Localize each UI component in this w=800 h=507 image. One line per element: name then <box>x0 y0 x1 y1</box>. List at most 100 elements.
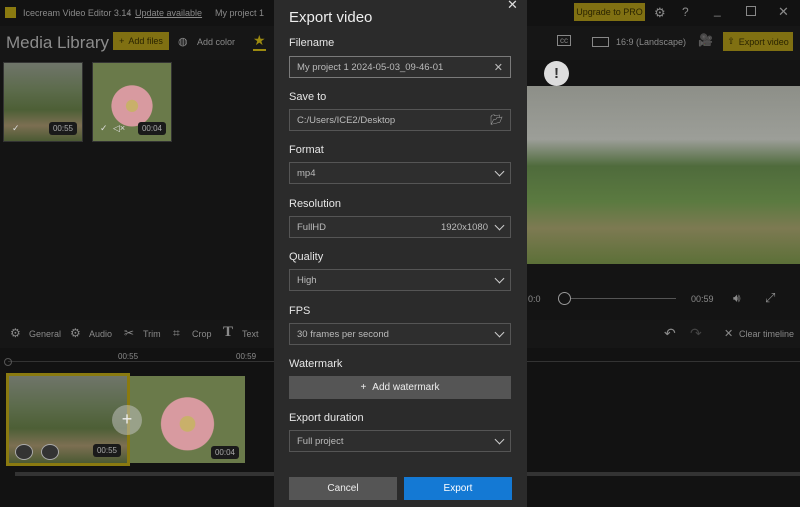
filename-input[interactable]: My project 1 2024-05-03_09-46-01 ✕ <box>289 56 511 78</box>
total-time: 00:59 <box>691 294 714 304</box>
trim-tab[interactable]: Trim <box>143 329 161 339</box>
update-link[interactable]: Update available <box>135 8 202 18</box>
audio-gear-icon: ⚙ <box>70 326 81 340</box>
text-tab[interactable]: Text <box>242 329 259 339</box>
seek-handle[interactable] <box>558 292 571 305</box>
aspect-ratio-select[interactable]: 16:9 (Landscape) <box>616 37 686 47</box>
filename-label: Filename <box>289 37 335 49</box>
media-item[interactable]: ✓ ◁× 00:04 <box>92 62 172 142</box>
camera-icon[interactable]: 🎥 <box>698 33 713 47</box>
general-gear-icon: ⚙ <box>10 326 21 340</box>
fps-select[interactable]: 30 frames per second <box>289 323 511 345</box>
aspect-ratio-icon <box>592 37 609 47</box>
palette-icon: ◍ <box>178 36 188 48</box>
mute-icon: ◁× <box>113 123 126 133</box>
minimize-icon[interactable]: _ <box>714 3 721 17</box>
fullscreen-icon[interactable]: ⤢ <box>765 290 775 306</box>
saveto-input[interactable]: C:/Users/ICE2/Desktop 📂︎ <box>289 109 511 131</box>
duration-badge: 00:04 <box>137 122 166 135</box>
media-item[interactable]: ✓ 00:55 <box>3 62 83 142</box>
close-icon[interactable]: ✕ <box>778 4 789 20</box>
subtitles-cc-icon[interactable]: cc <box>557 35 571 46</box>
app-logo-icon <box>5 7 16 18</box>
quality-label: Quality <box>289 251 324 263</box>
export-button[interactable]: Export <box>404 477 512 500</box>
general-tab[interactable]: General <box>29 329 61 339</box>
add-files-label: Add files <box>128 36 163 46</box>
cancel-button[interactable]: Cancel <box>289 477 397 500</box>
project-name: My project 1 <box>215 8 265 18</box>
quality-value: High <box>297 274 317 286</box>
text-icon: T <box>223 324 234 340</box>
picture-in-picture-icon[interactable] <box>41 444 59 460</box>
duration-badge: 00:55 <box>92 444 121 457</box>
timeline-clip[interactable]: 00:04 <box>130 376 245 463</box>
export-dialog: ✕ Export video Filename My project 1 202… <box>274 0 527 507</box>
current-time: 0:0 <box>528 294 541 304</box>
crop-tab[interactable]: Crop <box>192 329 212 339</box>
duration-select[interactable]: Full project <box>289 430 511 452</box>
chevron-down-icon <box>494 273 505 283</box>
settings-gear-icon[interactable]: ⚙ <box>654 5 666 21</box>
app-title: Icecream Video Editor 3.14 <box>23 8 132 18</box>
chevron-down-icon <box>494 327 505 337</box>
upload-icon: ⇧ <box>727 36 735 46</box>
upgrade-button[interactable]: Upgrade to PRO <box>574 3 645 21</box>
playhead[interactable] <box>4 358 12 366</box>
duration-value: Full project <box>297 435 344 447</box>
resolution-value: FullHD <box>297 221 327 233</box>
alert-icon[interactable]: ! <box>544 61 569 86</box>
export-video-button[interactable]: ⇧ Export video <box>723 32 793 51</box>
add-watermark-button[interactable]: + Add watermark <box>289 376 511 399</box>
duration-badge: 00:55 <box>48 122 77 135</box>
add-watermark-label: Add watermark <box>372 382 440 393</box>
dialog-title: Export video <box>289 9 373 26</box>
saveto-value: C:/Users/ICE2/Desktop <box>297 114 396 126</box>
clear-input-icon[interactable]: ✕ <box>494 61 503 74</box>
filename-value: My project 1 2024-05-03_09-46-01 <box>297 61 444 73</box>
transition-icon[interactable] <box>15 444 33 460</box>
page-title: Media Library <box>6 33 109 52</box>
duration-label: Export duration <box>289 412 364 424</box>
redo-icon[interactable]: ↷ <box>690 325 702 342</box>
format-label: Format <box>289 144 324 156</box>
seek-bar[interactable] <box>564 298 676 299</box>
tick-label: 00:55 <box>118 352 139 361</box>
add-color-button[interactable]: Add color <box>197 37 235 47</box>
crop-icon: ⌗ <box>173 326 180 340</box>
undo-icon[interactable]: ↶ <box>664 325 676 342</box>
resolution-select[interactable]: FullHD 1920x1080 <box>289 216 511 238</box>
chevron-down-icon <box>494 434 505 444</box>
saveto-label: Save to <box>289 91 327 103</box>
clear-timeline-button[interactable]: Clear timeline <box>739 329 794 339</box>
video-preview <box>527 86 800 264</box>
duration-badge: 00:04 <box>210 446 239 459</box>
audio-tab[interactable]: Audio <box>89 329 112 339</box>
add-files-button[interactable]: + Add files <box>113 32 169 50</box>
chevron-down-icon <box>494 220 505 230</box>
fps-label: FPS <box>289 305 311 317</box>
add-clip-plus-icon[interactable]: + <box>112 405 142 435</box>
help-icon[interactable]: ? <box>682 5 689 19</box>
quality-select[interactable]: High <box>289 269 511 291</box>
separator: - <box>127 8 130 18</box>
resolution-label: Resolution <box>289 198 341 210</box>
tick-label: 00:59 <box>236 352 257 361</box>
folder-icon[interactable]: 📂︎ <box>490 115 503 126</box>
watermark-label: Watermark <box>289 358 343 370</box>
maximize-icon[interactable] <box>746 6 756 16</box>
export-video-label: Export video <box>738 36 789 47</box>
favorites-star-icon[interactable]: ★ <box>253 32 266 51</box>
scissors-icon: ✂ <box>124 326 135 340</box>
check-icon: ✓ <box>12 123 20 133</box>
plus-icon: + <box>360 382 367 393</box>
volume-icon[interactable]: 🔊︎ <box>733 291 741 306</box>
chevron-down-icon <box>494 166 505 176</box>
clear-x-icon: ✕ <box>724 328 734 340</box>
format-select[interactable]: mp4 <box>289 162 511 184</box>
fps-value: 30 frames per second <box>297 328 389 340</box>
dialog-close-icon[interactable]: ✕ <box>507 0 518 13</box>
check-icon: ✓ <box>100 123 108 133</box>
format-value: mp4 <box>297 167 316 179</box>
plus-icon: + <box>119 36 125 46</box>
